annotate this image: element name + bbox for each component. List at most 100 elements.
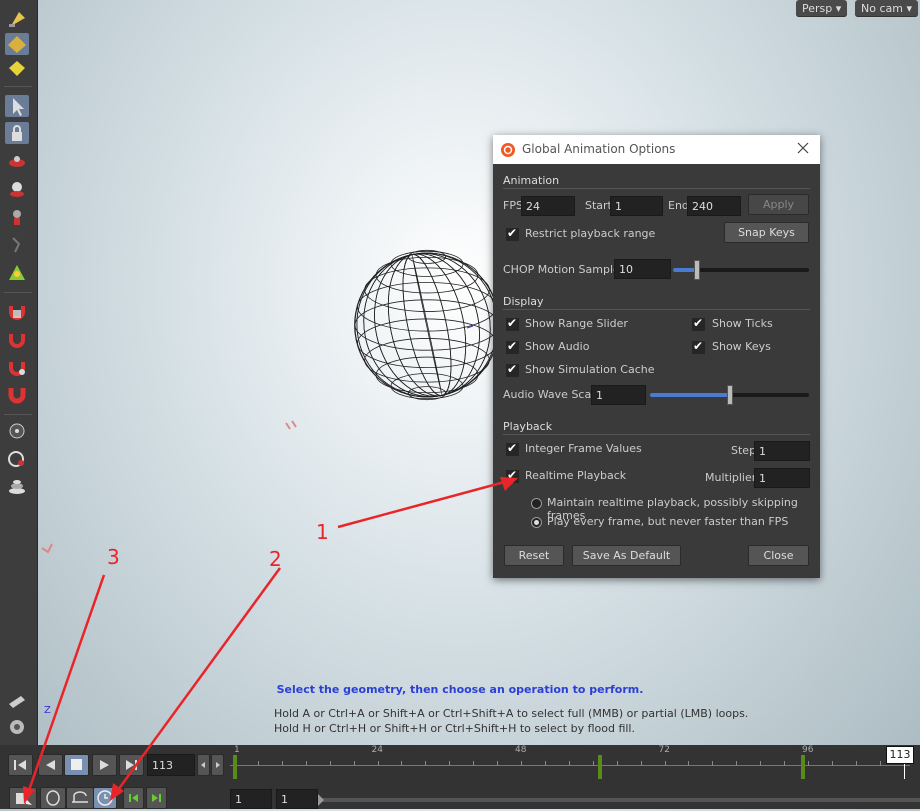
play-reverse-button[interactable] [38,754,63,776]
fps-field[interactable]: 24 [521,196,575,216]
start-field[interactable]: 1 [610,196,663,216]
show-keys-checkbox[interactable] [692,339,705,354]
apply-button[interactable]: Apply [748,194,809,215]
curve-icon[interactable] [5,328,29,350]
camera-menu[interactable]: No cam ▾ [855,0,918,17]
timeline-ruler[interactable]: 1 24 48 72 96 [230,745,910,783]
ruler-tick [377,761,379,766]
show-sim-cache-label: Show Simulation Cache [525,363,655,376]
ruler-tick [281,761,283,766]
section-display: Display [503,295,544,308]
chevron-down-icon: ▾ [906,2,912,15]
snap-keys-button[interactable]: Snap Keys [724,222,809,243]
handle-icon[interactable] [5,150,29,172]
end-field[interactable]: 240 [687,196,741,216]
radio-maintain-realtime[interactable] [531,498,542,509]
audio-wave-field[interactable]: 1 [591,385,646,405]
ruler-tick [831,761,833,766]
range-end-button[interactable] [146,787,167,809]
range-end-field[interactable]: 1 [276,789,318,809]
multiplier-label: Multiplier [705,471,757,484]
bone-icon[interactable] [5,234,29,256]
step-field[interactable]: 1 [754,441,810,461]
select-icon[interactable] [5,95,29,117]
restrict-playback-checkbox[interactable] [506,226,519,241]
annotation-3: 3 [107,545,120,569]
ruler-tick [449,761,451,766]
range-start-field[interactable]: 1 [230,789,272,809]
keyframe-marker[interactable] [233,755,237,779]
section-playback: Playback [503,420,553,433]
range-slider-handle[interactable] [318,794,324,806]
ruler-tick [497,761,499,766]
wand-icon[interactable] [5,8,29,30]
stack-icon[interactable] [5,476,29,498]
end-label: End [668,199,689,212]
ruler-tick [640,761,642,766]
wireframe-sphere[interactable] [350,210,510,450]
step-back-button[interactable] [197,754,210,776]
ruler-tick [568,761,570,766]
stop-button[interactable] [64,754,89,776]
show-range-slider-checkbox[interactable] [506,316,519,331]
close-button[interactable]: Close [748,545,809,566]
show-ticks-checkbox[interactable] [692,316,705,331]
magnet-icon[interactable] [5,300,29,322]
magnet2-icon[interactable] [5,356,29,378]
hint-line-2: Hold H or Ctrl+H or Shift+H or Ctrl+Shif… [274,722,635,735]
step-label: Step [731,444,757,457]
ruler-tick [688,761,690,766]
chop-motion-slider[interactable] [673,260,809,280]
step-forward-button[interactable] [211,754,224,776]
current-frame-field[interactable]: 113 [147,754,195,776]
lock-icon[interactable] [5,122,29,144]
play-forward-button[interactable] [92,754,117,776]
circle-snap-icon[interactable] [5,448,29,470]
edit-icon[interactable] [5,57,29,79]
save-as-default-button[interactable]: Save As Default [572,545,681,566]
realtime-toggle-button[interactable] [9,787,37,809]
keyframe-marker[interactable] [597,755,602,779]
move-icon[interactable] [5,33,29,55]
range-start-button[interactable] [123,787,144,809]
paint-icon[interactable] [5,206,29,228]
dialog-titlebar[interactable]: Global Animation Options [493,135,820,164]
ruler-tick [353,761,355,766]
chop-motion-field[interactable]: 10 [614,259,671,279]
close-icon[interactable] [796,141,810,155]
pose-icon[interactable] [5,262,29,284]
light-icon[interactable] [5,178,29,200]
ruler-tick [808,761,809,766]
keyframe-marker[interactable] [801,755,806,779]
hint-title: Select the geometry, then choose an oper… [276,683,644,696]
chevron-down-icon: ▾ [835,2,842,15]
ruler-tick [664,761,666,766]
hint-line-1: Hold A or Ctrl+A or Shift+A or Ctrl+Shif… [274,707,749,720]
origin-marker-icon [285,420,297,430]
annotation-2: 2 [269,547,282,571]
ruler-label: 24 [371,745,383,755]
ruler-label: 48 [515,745,527,755]
range-slider[interactable] [322,798,920,802]
realtime-playback-checkbox[interactable] [506,468,519,483]
persp-menu[interactable]: Persp ▾ [796,0,848,17]
loop-button[interactable] [40,787,66,809]
show-audio-checkbox[interactable] [506,339,519,354]
integer-frames-checkbox[interactable] [506,441,519,456]
bounce-button[interactable] [66,787,94,809]
global-anim-options-button[interactable] [93,787,117,809]
jump-start-button[interactable] [8,754,33,776]
reset-button[interactable]: Reset [504,545,564,566]
magnet3-icon[interactable] [5,384,29,406]
radio-play-every-frame[interactable] [531,517,542,528]
restrict-playback-label: Restrict playback range [525,227,656,240]
show-sim-cache-checkbox[interactable] [506,362,519,377]
multiplier-field[interactable]: 1 [754,468,810,488]
snap-icon[interactable] [5,420,29,442]
audio-wave-slider[interactable] [650,385,809,405]
jump-end-button[interactable] [119,754,144,776]
show-keys-label: Show Keys [712,340,771,353]
section-animation: Animation [503,174,560,187]
gear-icon[interactable] [5,716,29,738]
audio-wave-label: Audio Wave Scale [503,388,602,401]
